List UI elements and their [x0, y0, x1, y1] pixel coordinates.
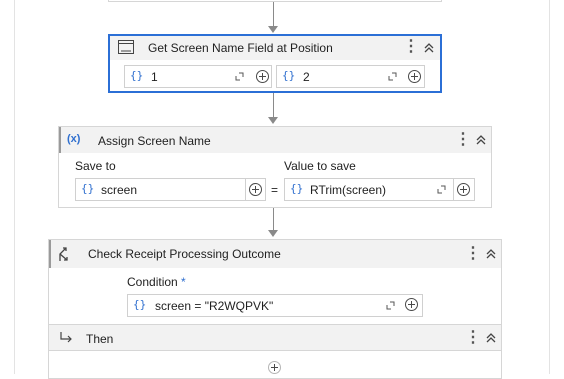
- more-icon[interactable]: ⋮: [465, 330, 481, 346]
- expand-editor-icon[interactable]: [437, 185, 446, 194]
- activity-if-check-receipt[interactable]: Check Receipt Processing Outcome ⋮ Condi…: [48, 239, 502, 379]
- activity-title: Assign Screen Name: [98, 134, 211, 148]
- window-icon: [118, 40, 134, 54]
- save-to-field[interactable]: {} screen: [75, 178, 266, 201]
- add-variable-icon[interactable]: [405, 298, 418, 311]
- add-variable-icon[interactable]: [249, 183, 262, 196]
- value-to-save-field[interactable]: {} RTrim(screen): [284, 178, 475, 201]
- activity-title: Check Receipt Processing Outcome: [88, 247, 281, 261]
- position-x-value: 1: [151, 70, 158, 84]
- then-branch-icon: [60, 332, 72, 343]
- connector-arrow: [268, 230, 278, 237]
- expand-editor-icon[interactable]: [235, 72, 244, 81]
- save-to-label: Save to: [75, 159, 116, 173]
- equals-sign: =: [271, 183, 279, 197]
- connector-arrow: [268, 117, 278, 124]
- then-label: Then: [86, 332, 114, 346]
- add-activity-icon[interactable]: [268, 361, 281, 374]
- activity-left-bar: [59, 127, 61, 153]
- position-y-field[interactable]: {} 2: [276, 65, 425, 88]
- activity-title: Get Screen Name Field at Position: [148, 41, 333, 55]
- expression-icon: {}: [282, 69, 296, 82]
- more-icon[interactable]: ⋮: [465, 246, 481, 262]
- connector-arrow: [268, 26, 278, 33]
- field-divider: [453, 179, 454, 200]
- expand-editor-icon[interactable]: [386, 301, 395, 310]
- more-icon[interactable]: ⋮: [403, 39, 419, 55]
- activity-assign-screen-name[interactable]: (x) Assign Screen Name ⋮ Save to Value t…: [58, 126, 492, 208]
- connector-line: [273, 93, 274, 117]
- save-to-value: screen: [101, 183, 138, 197]
- condition-value: screen = "R2WQPVK": [155, 299, 274, 313]
- condition-label-text: Condition: [127, 275, 178, 289]
- value-to-save-value: RTrim(screen): [310, 183, 387, 197]
- if-branch-icon: [59, 247, 68, 261]
- expand-editor-icon[interactable]: [388, 72, 397, 81]
- collapse-icon[interactable]: [485, 248, 497, 260]
- expression-icon: {}: [130, 69, 144, 82]
- position-y-value: 2: [303, 70, 310, 84]
- activity-left-bar: [49, 240, 51, 268]
- condition-label: Condition *: [127, 275, 186, 289]
- then-branch[interactable]: Then ⋮: [49, 324, 501, 378]
- collapse-icon[interactable]: [423, 42, 435, 54]
- assign-icon: (x): [67, 133, 81, 145]
- expression-icon: {}: [133, 298, 147, 311]
- previous-activity[interactable]: [108, 0, 442, 2]
- expression-icon: {}: [81, 182, 95, 195]
- required-marker: *: [181, 275, 186, 289]
- then-header[interactable]: [49, 325, 501, 351]
- connector-line: [273, 208, 274, 230]
- field-divider: [245, 179, 246, 200]
- collapse-icon[interactable]: [485, 332, 497, 344]
- connector-line: [273, 2, 274, 26]
- sequence-border-left: [14, 0, 15, 374]
- activity-get-screen-name-field[interactable]: Get Screen Name Field at Position ⋮ {} 1…: [108, 34, 442, 93]
- condition-field[interactable]: {} screen = "R2WQPVK": [127, 294, 423, 317]
- add-variable-icon[interactable]: [408, 70, 421, 83]
- value-to-save-label: Value to save: [284, 159, 356, 173]
- add-variable-icon[interactable]: [457, 183, 470, 196]
- collapse-icon[interactable]: [475, 134, 487, 146]
- more-icon[interactable]: ⋮: [455, 132, 471, 148]
- expression-icon: {}: [290, 182, 304, 195]
- add-variable-icon[interactable]: [256, 70, 269, 83]
- sequence-border-right: [549, 0, 550, 374]
- position-x-field[interactable]: {} 1: [124, 65, 272, 88]
